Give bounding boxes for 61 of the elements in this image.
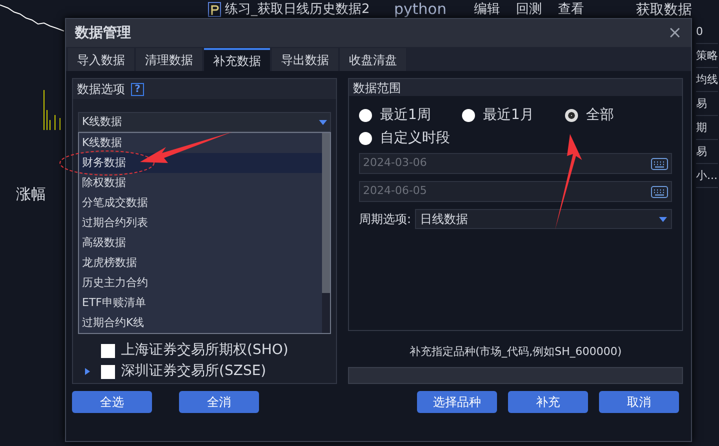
dropdown-item[interactable]: 龙虎榜数据 [79, 253, 322, 273]
sidebar-label: 小... [696, 164, 718, 188]
keyboard-icon[interactable] [651, 158, 668, 170]
menu-item[interactable]: 回测 [516, 0, 542, 20]
radio-option[interactable]: 最近1月 [462, 104, 565, 126]
action-button[interactable]: 全消 [179, 391, 259, 413]
checkbox[interactable] [101, 364, 115, 378]
period-select[interactable]: 日线数据 [415, 209, 672, 229]
dropdown-item[interactable]: K线数据 [79, 133, 322, 153]
radio-option[interactable]: 全部 [565, 104, 668, 126]
action-button[interactable]: 取消 [599, 391, 679, 413]
menu-item[interactable]: 编辑 [474, 0, 500, 20]
panel-title: 数据选项 [77, 81, 125, 98]
panel-title: 数据范围 [353, 80, 401, 96]
dialog-title: 数据管理 [75, 24, 131, 42]
symbol-field-label: 补充指定品种(市场_代码,例如SH_600000) [408, 344, 623, 360]
sidebar-label: 0 [696, 20, 718, 44]
dropdown-item[interactable]: 财务数据 [79, 153, 322, 173]
python-file-icon [208, 2, 221, 18]
dropdown-item[interactable]: 分笔成交数据 [79, 193, 322, 213]
checkbox[interactable] [101, 344, 115, 358]
tree-item-label: 上海证券交易所期权(SHO) [121, 341, 288, 360]
scrollbar[interactable] [322, 133, 330, 333]
annotation-arrow-icon [553, 134, 583, 230]
tab[interactable]: 收盘清盘 [340, 48, 406, 71]
sidebar-label: 策略 [696, 44, 718, 68]
dropdown-item[interactable]: 除权数据 [79, 173, 322, 193]
radio-option[interactable]: 最近1周 [359, 104, 462, 126]
dropdown-item[interactable]: 历史主力合约 [79, 273, 322, 293]
language-label: python [394, 0, 446, 20]
radio-option[interactable]: 自定义时段 [359, 127, 462, 149]
sidebar-label: 期 [696, 116, 718, 140]
dropdown-arrow-icon [659, 216, 667, 222]
dropdown-item[interactable]: 过期合约K线 [79, 313, 322, 333]
dropdown-item[interactable]: 高级数据 [79, 233, 322, 253]
tab[interactable]: 导出数据 [272, 48, 338, 71]
annotation-arrow-icon [140, 132, 232, 164]
dropdown-item[interactable]: ETF申赎清单 [79, 293, 322, 313]
help-button[interactable]: ? [131, 82, 144, 96]
sidebar-label: 均线 [696, 68, 718, 92]
close-button[interactable]: × [668, 24, 682, 42]
dropdown-arrow-icon [319, 120, 327, 124]
sidebar-label: 易 [696, 92, 718, 116]
action-button[interactable]: 选择品种 [417, 391, 497, 413]
file-title: 练习_获取日线历史数据2 [225, 1, 370, 19]
keyboard-icon[interactable] [651, 186, 668, 198]
symbol-input-field[interactable] [348, 366, 683, 384]
tab[interactable]: 清理数据 [136, 48, 202, 71]
data-type-select[interactable]: K线数据 [78, 112, 331, 132]
menu-item[interactable]: 查看 [558, 0, 584, 20]
tab[interactable]: 补充数据 [204, 48, 270, 71]
dropdown-item[interactable]: 过期合约列表 [79, 213, 322, 233]
expand-arrow-icon[interactable] [84, 368, 90, 375]
action-button[interactable]: 全选 [72, 391, 152, 413]
period-label: 周期选项: [359, 211, 412, 228]
action-button[interactable]: 补充 [508, 391, 588, 413]
column-label: 涨幅 [16, 184, 46, 205]
fetch-data-button[interactable]: 获取数据 [636, 0, 692, 21]
tab[interactable]: 导入数据 [68, 48, 134, 71]
sidebar-label: 易 [696, 140, 718, 164]
tree-item-label: 深圳证券交易所(SZSE) [121, 362, 266, 381]
